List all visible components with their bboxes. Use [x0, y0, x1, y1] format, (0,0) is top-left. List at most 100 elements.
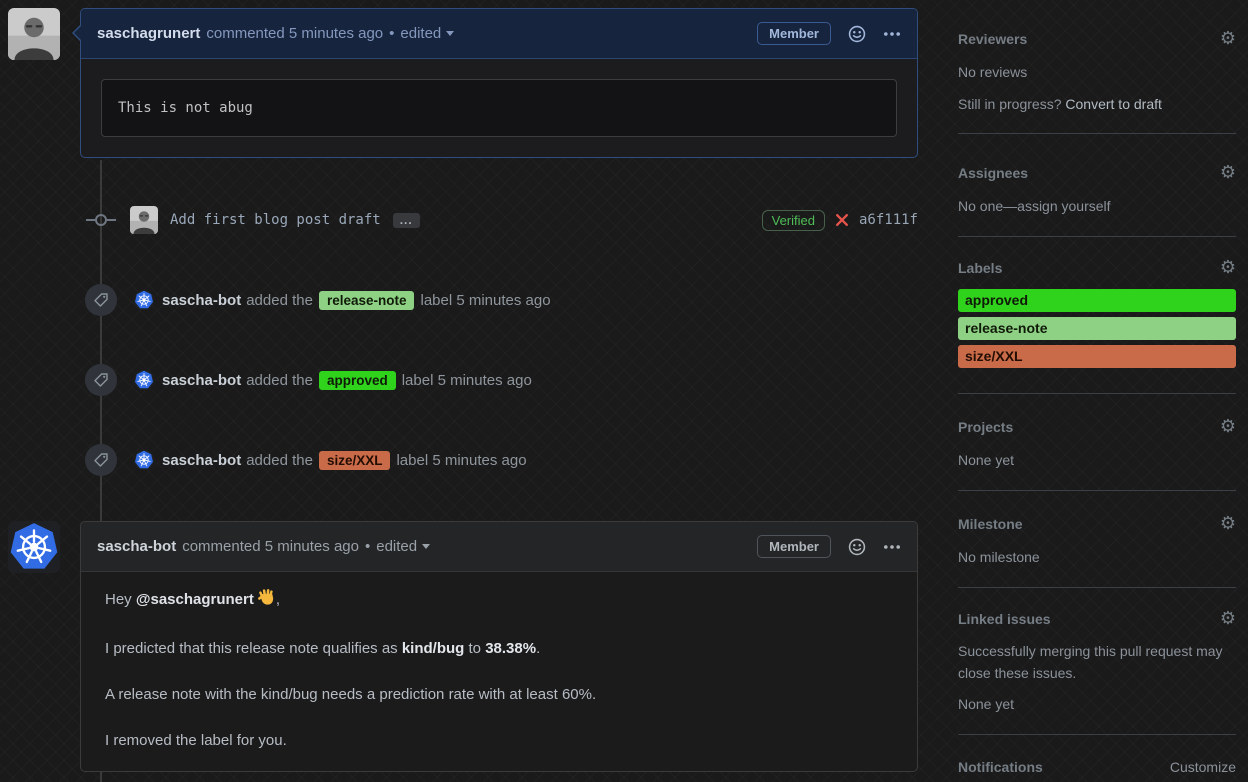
linked-issues-title: Linked issues: [958, 611, 1051, 627]
sidebar-section-reviewers: Reviewers ⚙ No reviews Still in progress…: [958, 0, 1236, 134]
event-suffix: label 5 minutes ago: [420, 291, 551, 309]
member-badge: Member: [757, 535, 831, 558]
avatar-sascha-bot[interactable]: [134, 290, 154, 310]
paragraph-greeting: Hey @saschagrunert,: [105, 588, 893, 615]
paragraph-requirement: A release note with the kind/bug needs a…: [105, 686, 597, 703]
convert-to-draft-link[interactable]: Convert to draft: [1065, 96, 1162, 112]
assignees-empty-prefix: No one—: [958, 198, 1018, 214]
waving-hand-icon: [257, 588, 276, 615]
label-pill[interactable]: release-note: [318, 290, 415, 310]
label-event-row: sascha-bot added the size/XXL label 5 mi…: [85, 444, 918, 476]
paragraph-prediction: I predicted that this release note quali…: [105, 637, 893, 661]
sidebar-label-release-note[interactable]: release-note: [958, 317, 1236, 340]
sidebar-section-assignees: Assignees ⚙ No one—assign yourself: [958, 134, 1236, 237]
avatar-sascha-bot-large[interactable]: [8, 521, 60, 573]
label-event-row: sascha-bot added the release-note label …: [85, 284, 918, 316]
event-author-link[interactable]: sascha-bot: [162, 452, 241, 469]
commit-hash-link[interactable]: a6f111f: [859, 212, 918, 228]
sidebar: Reviewers ⚙ No reviews Still in progress…: [958, 0, 1236, 775]
prediction-text: I predicted that this release note quali…: [105, 640, 402, 657]
sidebar-label-size-xxl[interactable]: size/XXL: [958, 345, 1236, 368]
event-action: added the: [246, 371, 313, 389]
edited-label: edited: [400, 25, 442, 42]
kind-bug-label: kind/bug: [401, 640, 465, 657]
avatar-sascha-bot[interactable]: [134, 450, 154, 470]
label-event-row: sascha-bot added the approved label 5 mi…: [85, 364, 918, 396]
chevron-down-icon: [446, 31, 455, 36]
edited-label: edited: [376, 538, 418, 555]
projects-empty: None yet: [958, 452, 1015, 468]
status-failed-icon[interactable]: [835, 213, 849, 227]
comment-body: Hey @saschagrunert, I predicted that thi…: [81, 572, 917, 771]
comment-meta: commented 5 minutes ago: [182, 538, 359, 555]
emoji-reaction-button[interactable]: [848, 25, 866, 43]
comment-arrow-inner: [74, 26, 81, 40]
prediction-percent: 38.38%: [485, 640, 537, 657]
code-block: This is not abug: [101, 79, 897, 137]
tag-icon: [85, 284, 117, 316]
comment-header: saschagrunert commented 5 minutes ago • …: [81, 9, 917, 59]
avatar-sascha-bot[interactable]: [134, 370, 154, 390]
comment-meta: commented 5 minutes ago: [206, 25, 384, 42]
comment-saschagrunert: saschagrunert commented 5 minutes ago • …: [72, 8, 918, 158]
emoji-reaction-button[interactable]: [848, 538, 866, 556]
gear-icon[interactable]: ⚙: [1220, 418, 1236, 436]
gear-icon[interactable]: ⚙: [1220, 30, 1236, 48]
commit-expander-button[interactable]: ...: [392, 212, 420, 228]
commit-message-link[interactable]: Add first blog post draft: [170, 212, 381, 228]
gear-icon[interactable]: ⚙: [1220, 515, 1236, 533]
event-author-link[interactable]: sascha-bot: [162, 372, 241, 389]
tag-icon: [85, 364, 117, 396]
linked-issues-desc: Successfully merging this pull request m…: [958, 643, 1223, 681]
sidebar-section-milestone: Milestone ⚙ No milestone: [958, 491, 1236, 588]
meta-dot: •: [389, 25, 395, 42]
hint-prefix: Still in progress?: [958, 96, 1066, 112]
verified-badge[interactable]: Verified: [761, 209, 825, 231]
git-commit-icon: [86, 212, 116, 233]
mention-link[interactable]: @saschagrunert: [136, 591, 254, 608]
event-suffix: label 5 minutes ago: [396, 451, 527, 469]
kebab-menu-button[interactable]: [883, 25, 901, 43]
event-author-link[interactable]: sascha-bot: [162, 292, 241, 309]
chevron-down-icon: [422, 544, 431, 549]
member-badge: Member: [757, 22, 831, 45]
sidebar-label-approved[interactable]: approved: [958, 289, 1236, 312]
event-suffix: label 5 minutes ago: [401, 371, 532, 389]
comment-arrow-inner: [80, 539, 81, 553]
timeline-line-bottom: [100, 772, 102, 782]
reviewers-title: Reviewers: [958, 31, 1028, 47]
edited-dropdown[interactable]: edited: [376, 538, 431, 555]
comment-author-link[interactable]: saschagrunert: [97, 25, 200, 42]
gear-icon[interactable]: ⚙: [1220, 610, 1236, 628]
labels-title: Labels: [958, 260, 1003, 276]
assignees-empty: No one—assign yourself: [958, 196, 1236, 216]
label-pill[interactable]: approved: [318, 370, 396, 390]
kebab-menu-button[interactable]: [883, 538, 901, 556]
reviewers-empty: No reviews: [958, 64, 1028, 80]
comment-body: This is not abug: [81, 59, 917, 157]
greeting-comma: ,: [275, 591, 281, 608]
linked-issues-empty: None yet: [958, 696, 1015, 712]
assignees-title: Assignees: [958, 165, 1029, 181]
assign-yourself-link[interactable]: assign yourself: [1017, 198, 1110, 214]
commit-author-avatar[interactable]: [130, 206, 158, 234]
edited-dropdown[interactable]: edited: [400, 25, 455, 42]
projects-title: Projects: [958, 419, 1014, 435]
label-pill[interactable]: size/XXL: [318, 450, 391, 470]
sidebar-section-notifications: Notifications Customize: [958, 735, 1236, 775]
milestone-empty: No milestone: [958, 549, 1040, 565]
paragraph-removed: I removed the label for you.: [105, 732, 287, 749]
gear-icon[interactable]: ⚙: [1220, 259, 1236, 277]
notifications-title: Notifications: [958, 759, 1043, 775]
gear-icon[interactable]: ⚙: [1220, 164, 1236, 182]
prediction-period: .: [536, 640, 541, 657]
tag-icon: [85, 444, 117, 476]
sidebar-section-labels: Labels ⚙ approved release-note size/XXL: [958, 237, 1236, 394]
comment-author-link[interactable]: sascha-bot: [97, 538, 176, 555]
customize-link[interactable]: Customize: [1170, 759, 1236, 775]
avatar-saschagrunert[interactable]: [8, 8, 60, 60]
event-action: added the: [246, 451, 313, 469]
sidebar-section-linked-issues: Linked issues ⚙ Successfully merging thi…: [958, 588, 1236, 735]
sidebar-section-projects: Projects ⚙ None yet: [958, 394, 1236, 491]
reviewers-hint: Still in progress? Convert to draft: [958, 94, 1236, 114]
